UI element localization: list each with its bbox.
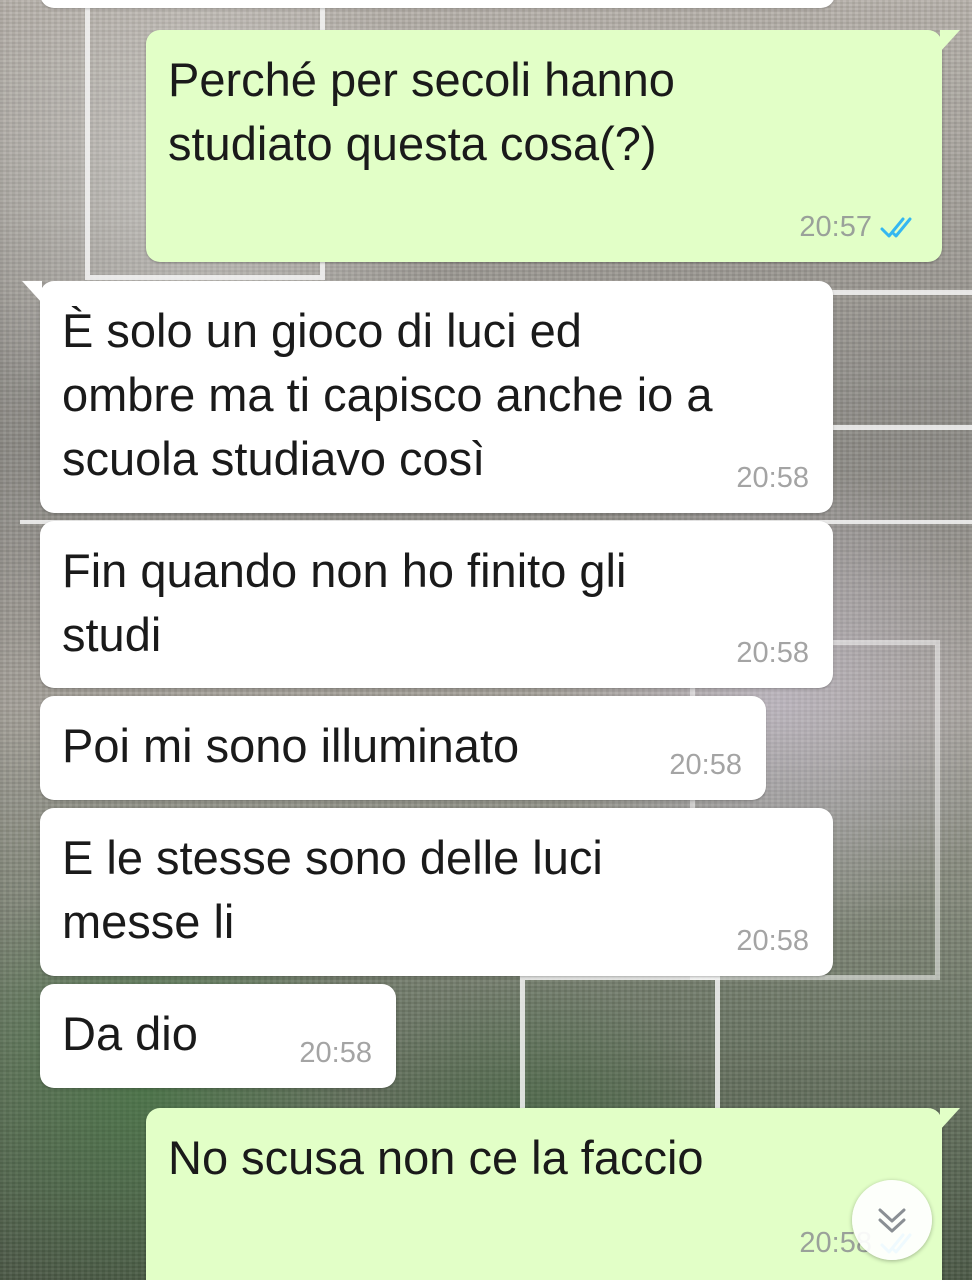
message-time: 20:58 — [669, 749, 742, 781]
message-time: 20:57 — [799, 211, 872, 243]
message-text: Perché per secoli hanno studiato questa … — [168, 53, 675, 170]
message-meta: 20:57 — [799, 211, 918, 244]
incoming-message[interactable]: E le stesse sono delle luci messe li 20:… — [40, 808, 833, 976]
incoming-message[interactable]: Poi mi sono illuminato 20:58 — [40, 696, 766, 800]
message-time: 20:58 — [736, 925, 809, 957]
chat-screen: { "colors": { "incoming_bubble": "#fffff… — [0, 0, 972, 1280]
double-chevron-down-icon — [878, 1208, 906, 1233]
outgoing-message[interactable]: Perché per secoli hanno studiato questa … — [146, 30, 960, 262]
bubble-tail — [22, 281, 42, 303]
bubble-tail — [940, 1108, 960, 1130]
incoming-message[interactable]: Fin quando non ho finito gli studi 20:58 — [40, 521, 833, 688]
message-text: È solo un gioco di luci ed ombre ma ti c… — [62, 304, 713, 485]
wallpaper-frame — [820, 290, 972, 430]
wallpaper-frame — [520, 975, 720, 1125]
outgoing-message[interactable]: No scusa non ce la faccio 20:58 — [146, 1108, 960, 1280]
read-ticks-icon — [880, 217, 912, 237]
message-time: 20:58 — [736, 637, 809, 669]
message-meta: 20:58 — [299, 1037, 372, 1070]
message-text: Fin quando non ho finito gli studi — [62, 544, 627, 661]
previous-message-bubble — [40, 0, 835, 8]
message-text: E le stesse sono delle luci messe li — [62, 831, 603, 948]
message-time: 20:58 — [736, 462, 809, 494]
message-text: No scusa non ce la faccio — [168, 1131, 704, 1184]
message-text: Poi mi sono illuminato — [62, 719, 520, 772]
scroll-to-bottom-button[interactable] — [852, 1180, 932, 1260]
incoming-message[interactable]: È solo un gioco di luci ed ombre ma ti c… — [22, 281, 833, 513]
bubble-tail — [940, 30, 960, 52]
message-meta: 20:58 — [736, 462, 809, 495]
message-meta: 20:58 — [736, 637, 809, 670]
message-meta: 20:58 — [669, 749, 742, 782]
message-time: 20:58 — [299, 1037, 372, 1069]
message-meta: 20:58 — [736, 925, 809, 958]
incoming-message[interactable]: Da dio 20:58 — [40, 984, 396, 1088]
